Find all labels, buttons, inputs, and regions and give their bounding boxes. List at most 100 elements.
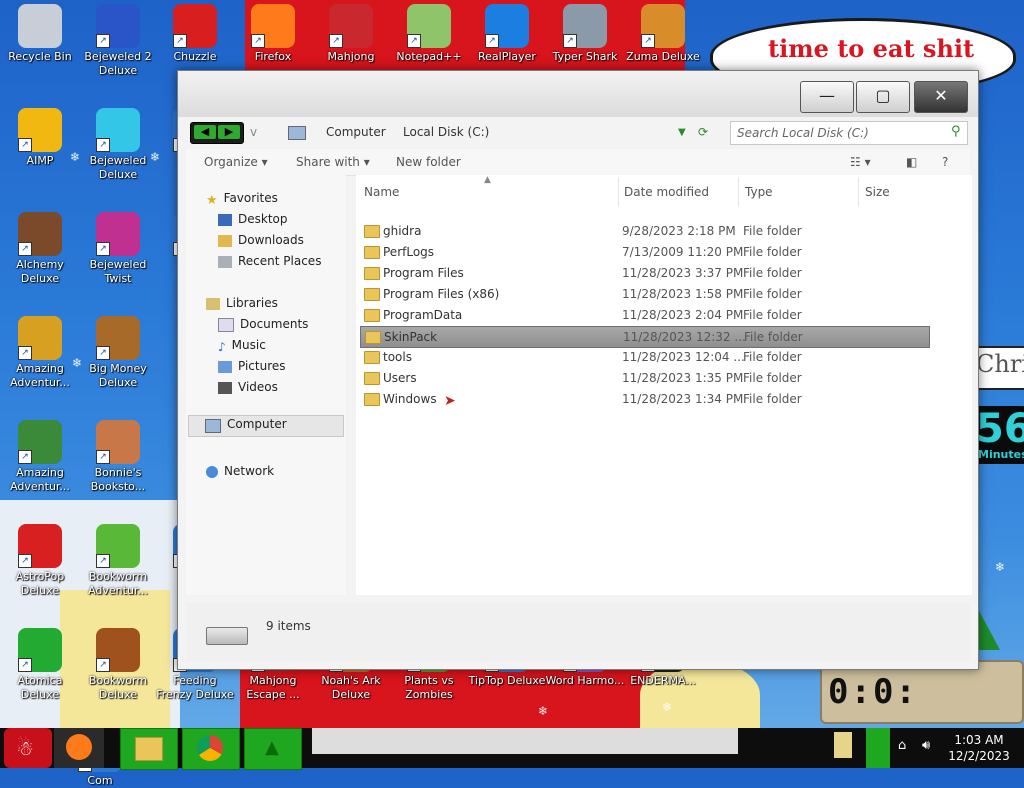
desktop-icon-bejeweled[interactable]: ↗ Bejeweled Deluxe	[78, 108, 158, 182]
nav-recent-places[interactable]: Recent Places	[218, 254, 321, 268]
row-type: File folder	[743, 224, 802, 238]
folder-icon	[365, 331, 381, 344]
desktop-icon-bookworm-adventures[interactable]: ↗ Bookworm Adventur...	[78, 524, 158, 598]
desktop-icon-label: Mahjong	[327, 50, 375, 63]
nav-music[interactable]: ♪ Music	[218, 338, 266, 354]
organize-button[interactable]: Organize ▾	[204, 155, 268, 169]
column-date-modified[interactable]: Date modified	[624, 185, 709, 199]
table-row[interactable]: ghidra 9/28/2023 2:18 PM File folder	[360, 221, 928, 241]
desktop-icon-chuzzle[interactable]: ↗ Chuzzle	[155, 4, 235, 64]
desktop-icon-label: Atomica Deluxe	[17, 674, 63, 701]
alchemy-icon: ↗	[18, 212, 62, 256]
close-button[interactable]: ✕	[914, 81, 968, 113]
taskbar-chrome[interactable]	[182, 728, 240, 770]
table-row[interactable]: Program Files 11/28/2023 3:37 PM File fold…	[360, 263, 928, 283]
folder-icon	[364, 393, 380, 406]
desktop-icon-realplayer[interactable]: ↗ RealPlayer	[467, 4, 547, 64]
nav-libraries[interactable]: Libraries	[206, 296, 278, 310]
nav-favorites[interactable]: ★ Favorites	[206, 191, 278, 208]
help-icon[interactable]: ?	[942, 155, 948, 169]
view-options-icon[interactable]: ☷ ▾	[850, 155, 871, 169]
desktop-icon-bookworm[interactable]: ↗ Bookworm Deluxe	[78, 628, 158, 702]
bookworm-adventures-icon: ↗	[96, 524, 140, 568]
recent-pages-dropdown-icon[interactable]: v	[250, 125, 257, 139]
star-icon: ★	[206, 192, 218, 208]
table-row[interactable]: PerfLogs 7/13/2009 11:20 PM File folder	[360, 242, 928, 262]
maximize-button[interactable]: ▢	[856, 81, 910, 113]
folder-icon	[364, 288, 380, 301]
desktop-icon-aimp[interactable]: ↗ AIMP	[0, 108, 80, 168]
title-bar[interactable]: — ▢ ✕	[178, 71, 978, 117]
tray-action-center-icon[interactable]	[866, 728, 890, 768]
row-date: 11/28/2023 12:04 ...	[622, 350, 745, 364]
desktop-icon-firefox[interactable]: ↗ Firefox	[233, 4, 313, 64]
tray-flag-icon[interactable]	[830, 728, 858, 768]
row-type: File folder	[743, 392, 802, 406]
column-name[interactable]: Name	[364, 185, 399, 199]
column-type[interactable]: Type	[745, 185, 773, 199]
new-folder-button[interactable]: New folder	[396, 155, 461, 169]
folder-icon	[135, 737, 163, 761]
start-button[interactable]: ☃	[4, 728, 52, 768]
desktop-icon-alchemy[interactable]: ↗ Alchemy Deluxe	[0, 212, 80, 286]
nav-pictures[interactable]: Pictures	[218, 359, 286, 373]
atomica-icon: ↗	[18, 628, 62, 672]
taskbar-firefox[interactable]	[54, 728, 104, 768]
share-with-button[interactable]: Share with ▾	[296, 155, 370, 169]
table-row[interactable]: tools 11/28/2023 12:04 ... File folder	[360, 347, 928, 367]
nav-documents[interactable]: Documents	[218, 317, 308, 332]
desktop-icon-typer-shark[interactable]: ↗ Typer Shark	[545, 4, 625, 64]
taskbar-tree-app[interactable]: ▲	[244, 728, 302, 770]
explorer-window[interactable]: — ▢ ✕ ◀ ▶ v Computer Local Disk (C:) ▼ ⟳…	[177, 70, 979, 670]
desktop-icon-bejeweled-twist[interactable]: ↗ Bejeweled Twist	[78, 212, 158, 286]
astropop-icon: ↗	[18, 524, 62, 568]
shortcut-arrow-icon: ↗	[96, 450, 110, 464]
shortcut-arrow-icon: ↗	[96, 554, 110, 568]
bejeweled2-icon: ↗	[96, 4, 140, 48]
desktop-icon-zuma[interactable]: ↗ Zuma Deluxe	[623, 4, 703, 64]
nav-desktop[interactable]: Desktop	[218, 212, 288, 226]
desktop-icon-amazing-adventures[interactable]: ↗ Amazing Adventur...	[0, 316, 80, 390]
nav-videos[interactable]: Videos	[218, 380, 278, 394]
breadcrumb-local-disk[interactable]: Local Disk (C:)	[403, 125, 489, 139]
desktop-icon-recycle-bin[interactable]: Recycle Bin	[0, 4, 80, 64]
breadcrumb-computer[interactable]: Computer	[326, 125, 386, 139]
column-size[interactable]: Size	[865, 185, 890, 199]
desktop-icon-bonnies-bookstore[interactable]: ↗ Bonnie's Booksto...	[78, 420, 158, 494]
back-button[interactable]: ◀	[194, 125, 216, 139]
row-date: 11/28/2023 2:04 PM	[622, 308, 744, 322]
address-dropdown-icon[interactable]: ▼	[678, 127, 686, 138]
desktop-icon-amazing-adventures-2[interactable]: ↗ Amazing Adventur...	[0, 420, 80, 494]
table-row[interactable]: SkinPack 11/28/2023 12:32 ... File folder	[360, 326, 930, 348]
nav-network[interactable]: Network	[206, 464, 274, 478]
details-pane: 9 items	[186, 603, 970, 661]
desktop-icon-astropop[interactable]: ↗ AstroPop Deluxe	[0, 524, 80, 598]
desktop-icon-label: AIMP	[26, 154, 54, 167]
minimize-button[interactable]: —	[800, 81, 854, 113]
desktop-icon-notepad-plus[interactable]: ↗ Notepad++	[389, 4, 469, 64]
table-row[interactable]: Program Files (x86) 11/28/2023 1:58 PM Fil…	[360, 284, 928, 304]
desktop-icon-mahjong[interactable]: ↗ Mahjong	[311, 4, 391, 64]
refresh-icon[interactable]: ⟳	[698, 125, 708, 139]
desktop-icon-atomica[interactable]: ↗ Atomica Deluxe	[0, 628, 80, 702]
nav-computer[interactable]: Computer	[188, 415, 344, 437]
search-icon[interactable]: ⚲	[951, 124, 961, 139]
volume-icon[interactable]: 🔊︎	[922, 738, 930, 753]
table-row[interactable]: ProgramData 11/28/2023 2:04 PM File folder	[360, 305, 928, 325]
shortcut-arrow-icon: ↗	[251, 34, 265, 48]
desktop-icon-big-money[interactable]: ↗ Big Money Deluxe	[78, 316, 158, 390]
desktop-icon-label: Bejeweled 2 Deluxe	[84, 50, 152, 77]
taskbar-clock[interactable]: 1:03 AM 12/2/2023	[944, 732, 1014, 764]
preview-pane-icon[interactable]: ◧	[906, 155, 917, 169]
shortcut-arrow-icon: ↗	[18, 554, 32, 568]
taskbar-explorer[interactable]	[120, 728, 178, 770]
search-box[interactable]: Search Local Disk (C:) ⚲	[730, 121, 968, 145]
network-tray-icon[interactable]: ⌂	[898, 738, 906, 753]
taskbar: ☃ ▲ ⌂ 🔊︎ 1:03 AM 12/2/2023	[0, 728, 1024, 770]
desktop-icon-label: Feeding Frenzy Deluxe	[156, 674, 234, 701]
table-row[interactable]: Users 11/28/2023 1:35 PM File folder	[360, 368, 928, 388]
row-type: File folder	[743, 266, 802, 280]
desktop-icon-bejeweled2[interactable]: ↗ Bejeweled 2 Deluxe	[78, 4, 158, 78]
nav-downloads[interactable]: Downloads	[218, 233, 304, 247]
forward-button[interactable]: ▶	[218, 125, 240, 139]
